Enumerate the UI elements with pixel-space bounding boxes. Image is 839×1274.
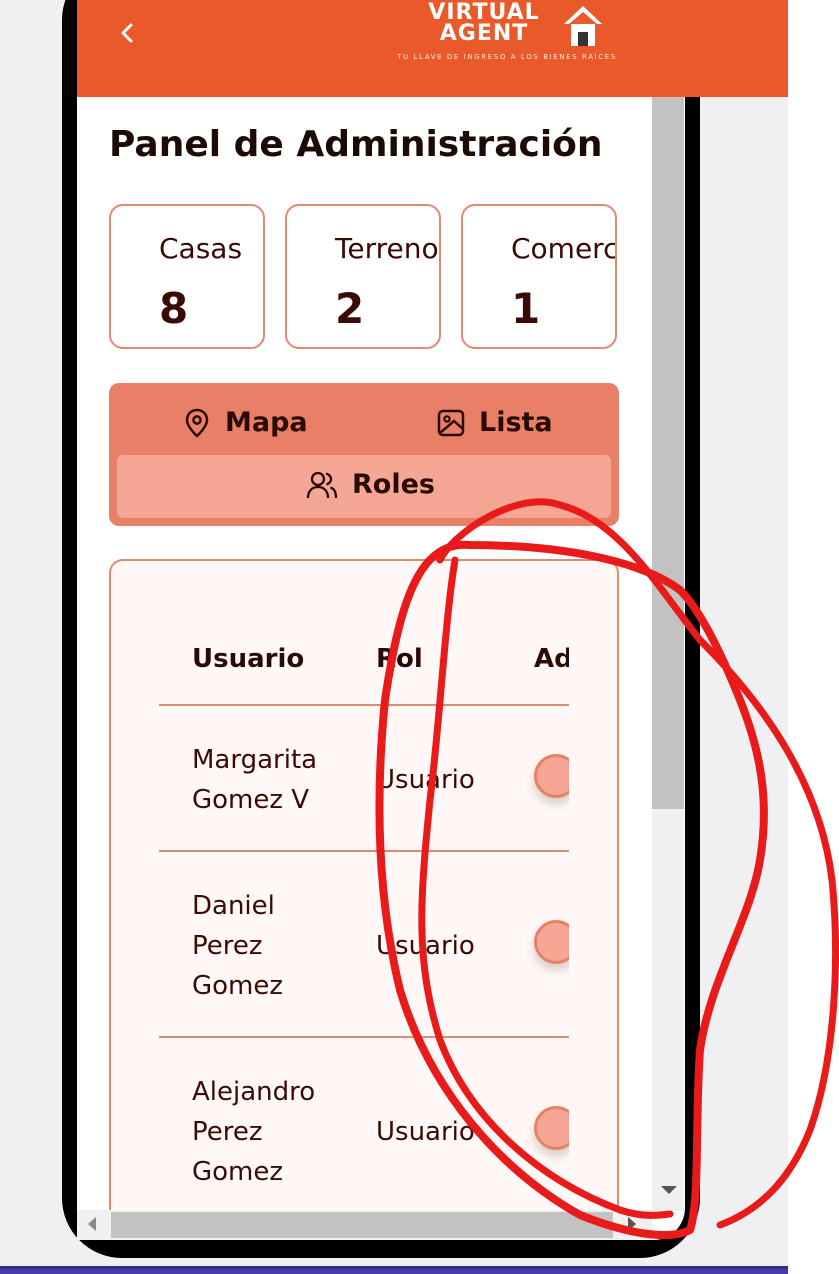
- admin-toggle[interactable]: [534, 920, 569, 964]
- scroll-down-arrow-icon[interactable]: [661, 1186, 677, 1194]
- stat-label: Terrenos: [335, 232, 439, 265]
- horizontal-scroll-thumb[interactable]: [111, 1212, 613, 1238]
- tab-roles[interactable]: Roles: [117, 455, 611, 518]
- row-divider: [159, 704, 569, 706]
- tab-label: Lista: [479, 407, 553, 438]
- column-header-usuario: Usuario: [192, 644, 305, 674]
- column-header-rol: Rol: [376, 644, 423, 674]
- roles-table: Usuario Rol Ad Margarita Gomez V Usuario…: [159, 620, 569, 1220]
- view-tabs: Mapa Lista Roles: [109, 383, 619, 526]
- image-icon: [437, 409, 465, 436]
- stat-card-casas: Casas 8: [109, 204, 265, 349]
- user-name: Margarita Gomez V: [192, 745, 318, 815]
- stat-card-comercial: Comercial 1: [461, 204, 617, 349]
- user-role: Usuario: [376, 765, 475, 795]
- column-header-admin: Ad: [534, 644, 569, 674]
- user-name: Alejandro Perez Gomez: [192, 1077, 316, 1187]
- logo-tagline: TU LLAVE DE INGRESO A LOS BIENES RAÍCES: [397, 53, 617, 61]
- stat-card-terrenos: Terrenos 2: [285, 204, 441, 349]
- background-strip: [788, 0, 839, 1274]
- brand-logo: VIRTUAL AGENT TU LLAVE DE INGRESO A LOS …: [366, 0, 648, 64]
- user-name: Daniel Perez Gomez: [192, 891, 284, 1001]
- user-role: Usuario: [376, 931, 475, 961]
- scroll-left-arrow-icon[interactable]: [88, 1217, 96, 1231]
- stat-value: 2: [335, 284, 365, 333]
- stat-label: Casas: [159, 232, 243, 265]
- tab-label: Mapa: [225, 407, 308, 438]
- back-chevron-icon[interactable]: [118, 22, 138, 44]
- tab-lista[interactable]: Lista: [437, 407, 553, 438]
- taskbar-edge: [0, 1266, 788, 1274]
- row-divider: [159, 1036, 569, 1038]
- house-icon: [564, 6, 602, 46]
- stat-value: 1: [511, 284, 541, 333]
- row-divider: [159, 850, 569, 852]
- stat-value: 8: [159, 284, 189, 333]
- users-icon: [306, 471, 338, 498]
- vertical-scroll-thumb[interactable]: [652, 97, 684, 809]
- scroll-right-arrow-icon[interactable]: [628, 1217, 636, 1231]
- tab-label: Roles: [352, 469, 435, 500]
- logo-wordmark: VIRTUAL AGENT: [428, 0, 540, 46]
- user-role: Usuario: [376, 1117, 475, 1147]
- stat-label: Comercial: [511, 232, 617, 265]
- admin-toggle[interactable]: [534, 754, 569, 798]
- map-pin-icon: [185, 408, 209, 438]
- admin-toggle[interactable]: [534, 1106, 569, 1150]
- page-title: Panel de Administración: [109, 124, 603, 165]
- tab-mapa[interactable]: Mapa: [183, 407, 308, 438]
